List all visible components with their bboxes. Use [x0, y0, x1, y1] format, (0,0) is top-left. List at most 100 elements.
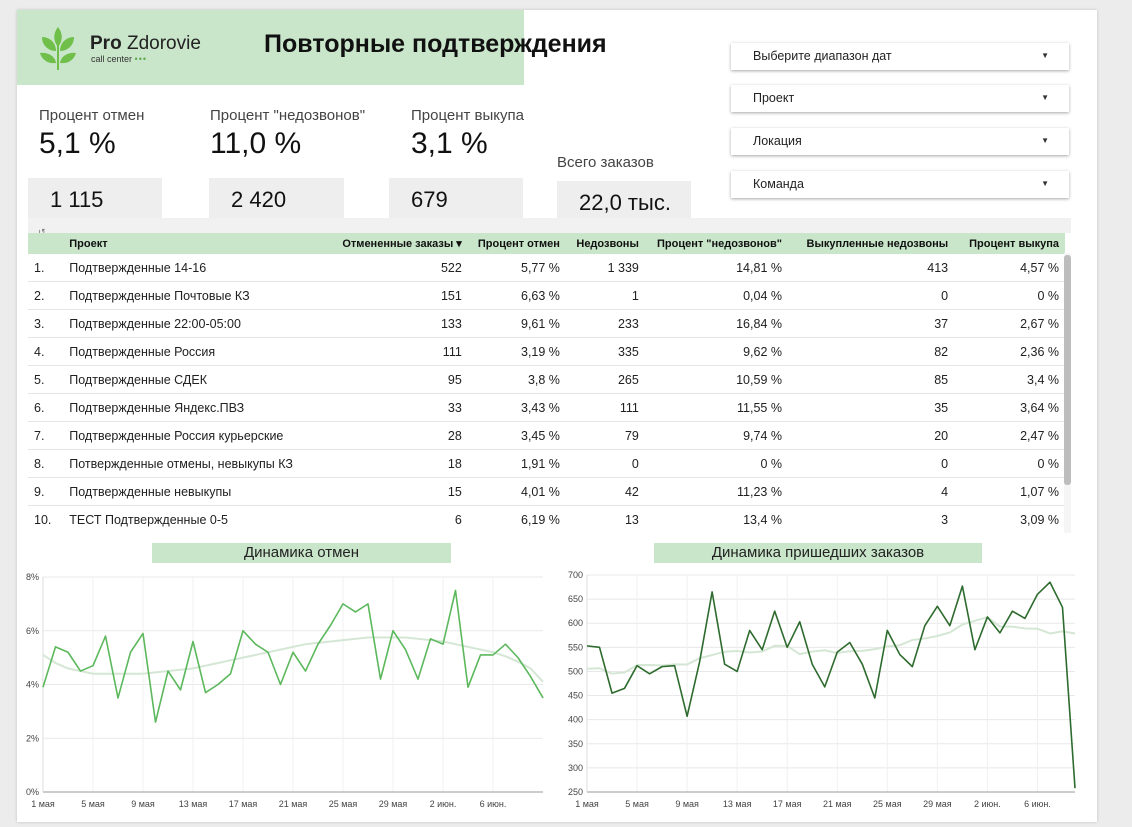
cell-cancel-percent: 4,01 % — [467, 477, 566, 506]
x-tick-label: 29 мая — [923, 799, 952, 809]
table-row[interactable]: 8. Потвержденные отмены, невыкупы КЗ 18 1,9… — [28, 449, 1065, 478]
x-tick-label: 9 мая — [675, 799, 699, 809]
cell-index: 8. — [28, 449, 64, 478]
cell-bought-nocalls: 37 — [787, 309, 955, 338]
table-row[interactable]: 6. Подтвержденные Яндекс.ПВЗ 33 3,43 % 111 11… — [28, 393, 1065, 422]
series-line — [586, 581, 1076, 789]
col-header-cancelled-orders[interactable]: Отмененные заказы ▾ — [300, 233, 468, 254]
x-tick-label: 1 мая — [575, 799, 599, 809]
cell-cancel-percent: 1,91 % — [467, 449, 566, 478]
kpi-buyout-count: 679 — [389, 178, 523, 218]
kpi-cancel-value: 5,1 % — [39, 127, 116, 160]
x-tick-label: 13 мая — [723, 799, 752, 809]
table-toolbar: ↺ — [28, 218, 1071, 237]
table-row[interactable]: 9. Подтвержденные невыкупы 15 4,01 % 42 11,23… — [28, 477, 1065, 506]
cell-cancelled-orders: 33 — [299, 393, 468, 422]
table-row[interactable]: 4. Подтвержденные Россия 111 3,19 % 335 9,62 … — [28, 337, 1065, 366]
x-tick-label: 5 мая — [81, 799, 105, 809]
cell-index: 1. — [28, 254, 64, 282]
chart-orders-title: Динамика пришедших заказов — [654, 543, 982, 563]
cell-cancelled-orders: 15 — [299, 477, 468, 506]
cell-index: 10. — [28, 505, 64, 533]
cell-index: 2. — [28, 281, 64, 310]
kpi-cancel-label: Процент отмен — [39, 107, 145, 124]
cell-nocall-percent: 9,62 % — [644, 337, 788, 366]
table-scrollbar-thumb[interactable] — [1064, 255, 1071, 485]
location-filter[interactable]: Локация ▼ — [731, 128, 1069, 155]
cell-bought-nocalls: 0 — [787, 449, 955, 478]
cell-buyout-percent: 4,57 % — [954, 254, 1065, 282]
kpi-buyout-value: 3,1 % — [411, 127, 488, 160]
cell-project: Подтвержденные СДЕК — [63, 365, 300, 394]
y-tick-label: 6% — [26, 626, 39, 636]
cell-project: Подтвержденные 22:00-05:00 — [63, 309, 300, 338]
cell-nocalls: 265 — [565, 365, 645, 394]
kpi-nocall-value: 11,0 % — [210, 127, 302, 160]
cell-cancel-percent: 5,77 % — [467, 254, 566, 282]
col-header-bought-nocalls[interactable]: Выкупленные недозвоны — [788, 233, 954, 254]
table-row[interactable]: 7. Подтвержденные Россия курьерские 28 3,45… — [28, 421, 1065, 450]
y-tick-label: 250 — [568, 787, 583, 797]
orders-dynamics-chart: 250 300 350 400 450 500 550 600 650 700 1 мая 5 мая… — [568, 570, 1076, 809]
table-row[interactable]: 5. Подтвержденные СДЕК 95 3,8 % 265 10,59 % 85… — [28, 365, 1065, 394]
projects-table-grid: Проект Отмененные заказы ▾ Процент отмен… — [28, 233, 1065, 533]
cell-nocall-percent: 14,81 % — [644, 254, 788, 282]
kpi-total-label: Всего заказов — [557, 154, 654, 171]
cell-nocalls: 1 339 — [565, 254, 645, 282]
logo-dots: ••• — [134, 54, 147, 64]
cell-cancel-percent: 6,19 % — [467, 505, 566, 533]
table-row[interactable]: 2. Подтвержденные Почтовые КЗ 151 6,63 % 1 0,… — [28, 281, 1065, 310]
table-header-row: Проект Отмененные заказы ▾ Процент отмен… — [28, 233, 1065, 254]
leaf-logo-icon — [40, 27, 76, 70]
project-filter[interactable]: Проект ▼ — [731, 85, 1069, 112]
cell-cancelled-orders: 522 — [299, 254, 468, 282]
logo-text: Pro Zdorovie — [90, 33, 201, 54]
cell-buyout-percent: 3,09 % — [954, 505, 1065, 533]
cell-cancel-percent: 3,43 % — [467, 393, 566, 422]
cell-buyout-percent: 3,4 % — [954, 365, 1065, 394]
x-tick-label: 6 июн. — [1024, 799, 1051, 809]
cell-nocalls: 1 — [565, 281, 645, 310]
col-header-buyout-percent[interactable]: Процент выкупа — [954, 233, 1065, 254]
col-header-nocalls[interactable]: Недозвоны — [566, 233, 645, 254]
kpi-nocall-label: Процент "недозвонов" — [210, 107, 366, 124]
kpi-total-value: 22,0 тыс. — [557, 181, 691, 221]
kpi-buyout-label: Процент выкупа — [411, 107, 524, 124]
cell-nocalls: 13 — [565, 505, 645, 533]
cell-bought-nocalls: 85 — [787, 365, 955, 394]
dropdown-caret-icon: ▼ — [1041, 51, 1049, 60]
cell-nocall-percent: 10,59 % — [644, 365, 788, 394]
col-header-index — [28, 233, 63, 254]
cell-nocalls: 0 — [565, 449, 645, 478]
col-header-project[interactable]: Проект — [63, 233, 300, 254]
table-row[interactable]: 3. Подтвержденные 22:00-05:00 133 9,61 % 233… — [28, 309, 1065, 338]
dropdown-caret-icon: ▼ — [1041, 179, 1049, 188]
col-header-nocall-percent[interactable]: Процент "недозвонов" — [645, 233, 788, 254]
cell-index: 3. — [28, 309, 64, 338]
x-tick-label: 1 мая — [31, 799, 55, 809]
team-filter[interactable]: Команда ▼ — [731, 171, 1069, 198]
trend-line — [586, 616, 1076, 675]
dropdown-caret-icon: ▼ — [1041, 93, 1049, 102]
y-tick-label: 700 — [568, 570, 583, 580]
x-tick-label: 29 мая — [379, 799, 408, 809]
date-range-filter[interactable]: Выберите диапазон дат ▼ — [731, 43, 1069, 70]
cell-cancel-percent: 3,8 % — [467, 365, 566, 394]
cell-bought-nocalls: 3 — [787, 505, 955, 533]
cell-nocall-percent: 0,04 % — [644, 281, 788, 310]
cell-nocalls: 111 — [565, 393, 645, 422]
cell-bought-nocalls: 20 — [787, 421, 955, 450]
cell-cancel-percent: 9,61 % — [467, 309, 566, 338]
y-tick-label: 350 — [568, 739, 583, 749]
table-row[interactable]: 10. ТЕСТ Подтвержденные 0-5 6 6,19 % 13 13,4 … — [28, 505, 1065, 533]
x-tick-label: 2 июн. — [430, 799, 457, 809]
table-row[interactable]: 1. Подтвержденные 14-16 522 5,77 % 1 339 14,8… — [28, 254, 1065, 282]
col-header-cancel-percent[interactable]: Процент отмен — [468, 233, 566, 254]
cell-cancelled-orders: 133 — [299, 309, 468, 338]
y-tick-label: 8% — [26, 572, 39, 582]
y-tick-label: 500 — [568, 666, 583, 676]
cell-project: Подтвержденные невыкупы — [63, 477, 300, 506]
cell-nocall-percent: 13,4 % — [644, 505, 788, 533]
x-tick-label: 5 мая — [625, 799, 649, 809]
cell-project: Подтвержденные Россия — [63, 337, 300, 366]
